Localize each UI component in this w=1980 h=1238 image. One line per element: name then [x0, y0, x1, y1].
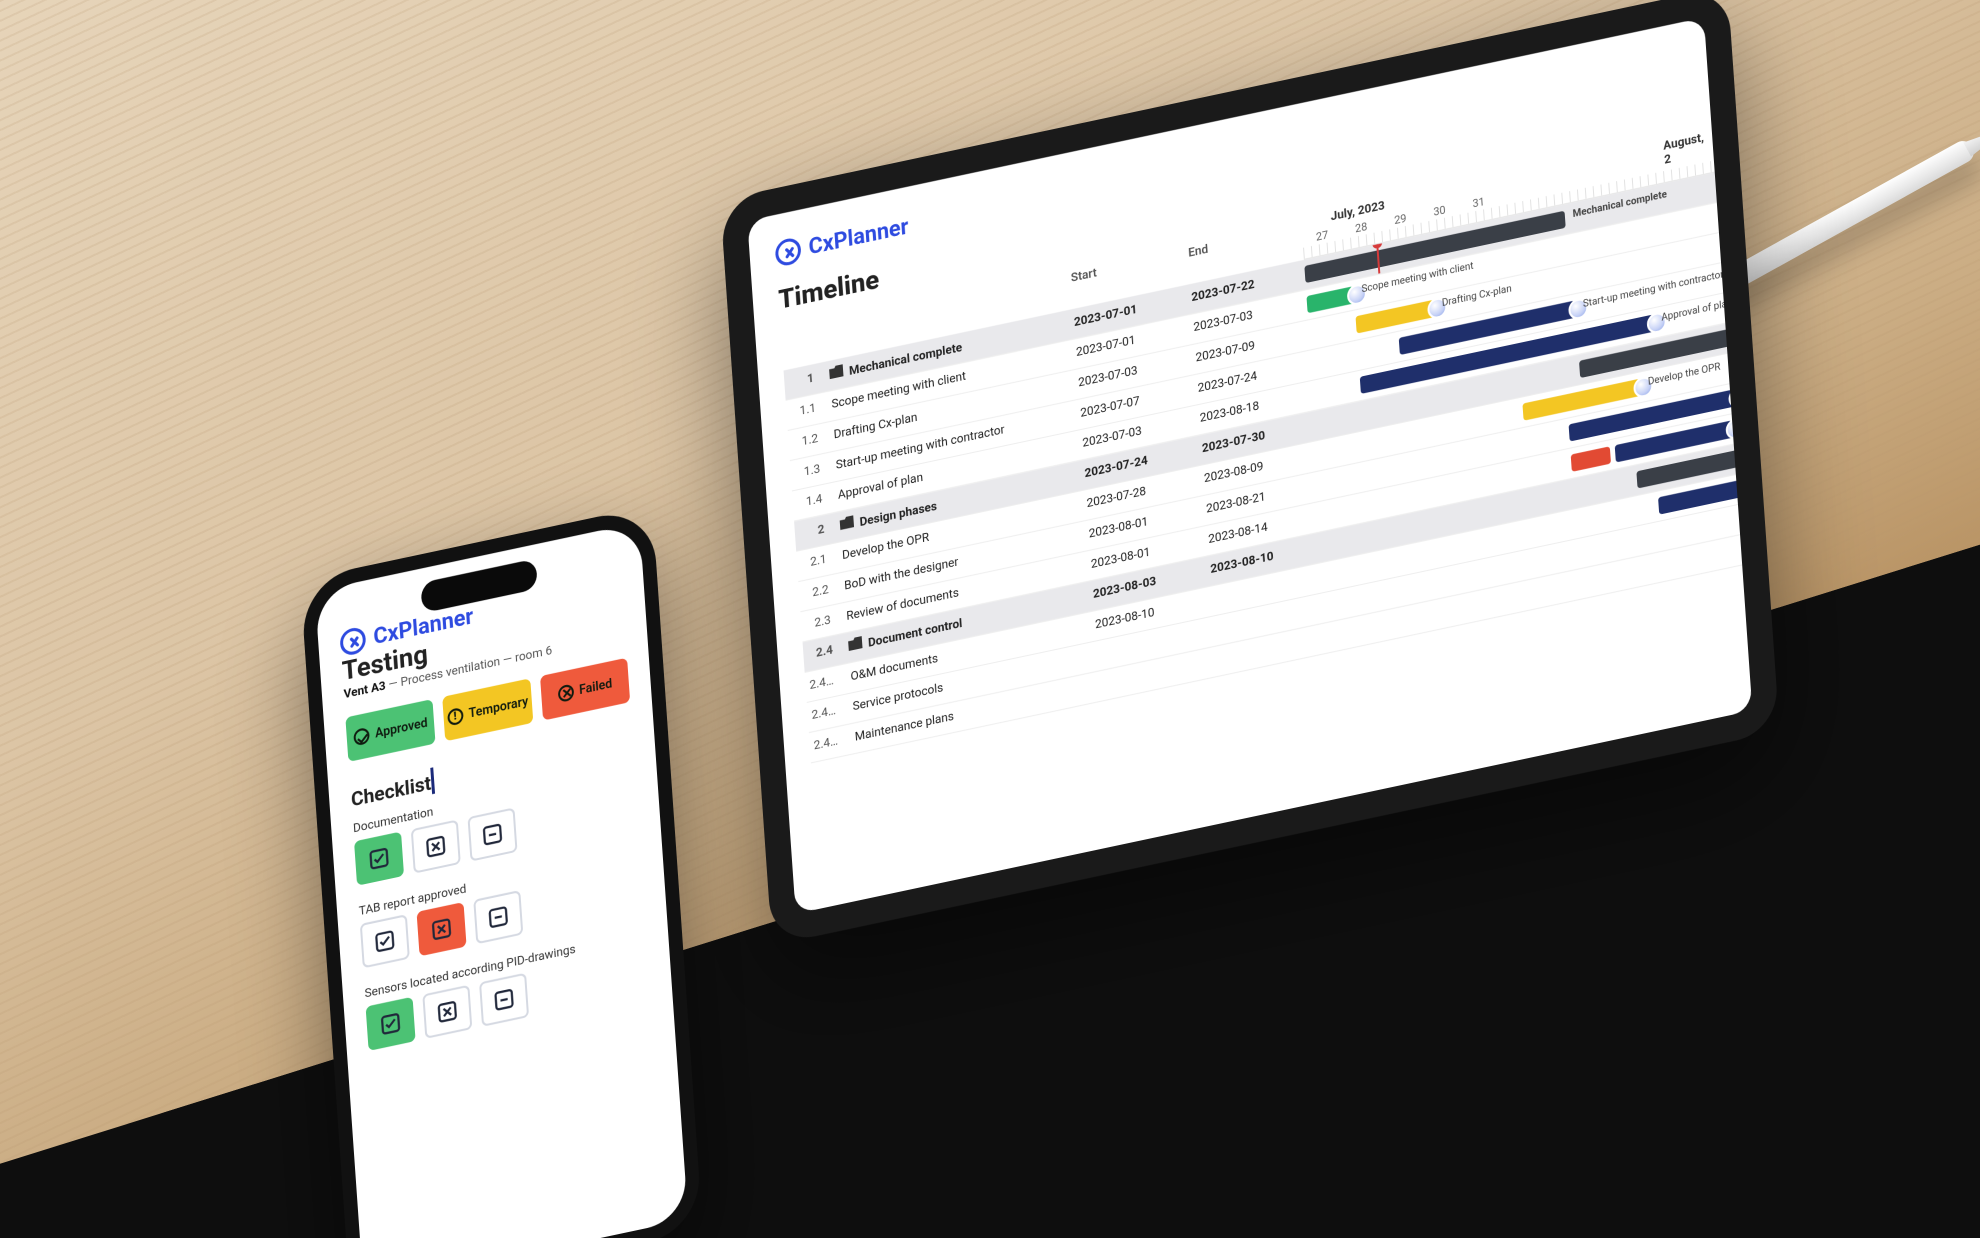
fail-box[interactable] — [411, 819, 461, 873]
gantt-bar[interactable]: Scope meeting with client — [1306, 286, 1354, 313]
alert-circle-icon — [447, 707, 464, 726]
status-temporary-button[interactable]: Temporary — [443, 678, 533, 741]
phone-device: CxPlanner Testing Vent A3 — Process vent… — [300, 505, 703, 1238]
logo-mark-icon — [775, 236, 802, 268]
folder-icon — [829, 364, 844, 379]
pass-box[interactable] — [366, 997, 416, 1051]
na-box[interactable] — [473, 890, 523, 944]
checklist: Documentation TAB report approved Sensor… — [353, 761, 651, 1051]
status-failed-button[interactable]: Failed — [540, 658, 630, 721]
phone-screen: CxPlanner Testing Vent A3 — Process vent… — [315, 522, 688, 1238]
gantt-bar[interactable] — [1571, 446, 1611, 471]
close-circle-icon — [557, 684, 574, 703]
pass-box[interactable] — [360, 914, 410, 968]
avatar — [1728, 385, 1749, 409]
pass-box[interactable] — [354, 832, 404, 886]
check-circle-icon — [353, 727, 370, 746]
avatar — [1725, 417, 1746, 441]
brand-name: CxPlanner — [808, 214, 910, 260]
fail-box[interactable] — [422, 985, 472, 1039]
status-approved-button[interactable]: Approved — [345, 699, 435, 762]
folder-icon — [840, 515, 855, 530]
folder-icon — [848, 636, 863, 651]
na-box[interactable] — [467, 807, 517, 861]
fail-box[interactable] — [417, 902, 467, 956]
na-box[interactable] — [479, 973, 529, 1027]
